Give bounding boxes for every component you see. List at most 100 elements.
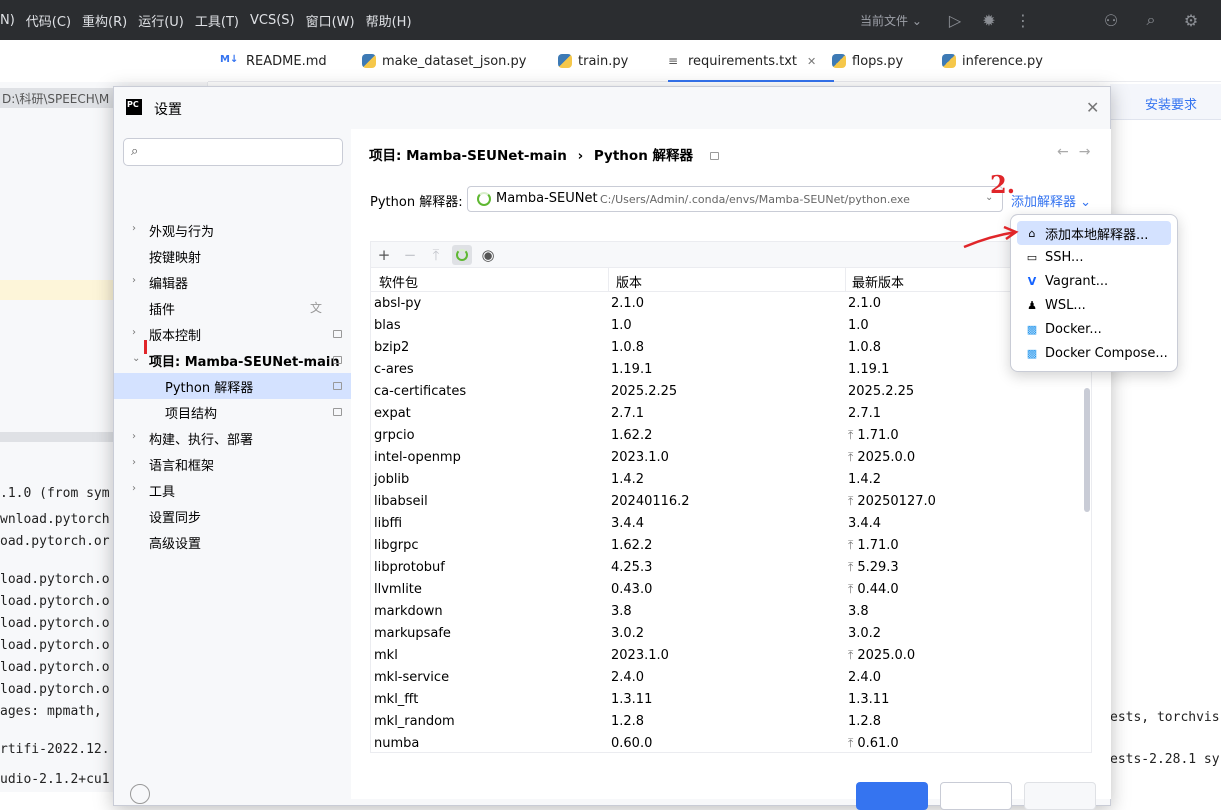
table-row[interactable]: intel-openmp 2023.1.0 ⤒ 2025.0.0 [371,447,1091,469]
chevron-down-icon[interactable]: ⌄ [132,353,140,364]
add-interpreter-option[interactable]: V Vagrant... [1017,269,1171,293]
translate-icon: 文 [310,301,323,315]
upgrade-arrow-icon: ⤒ [848,538,854,552]
table-row[interactable]: markdown 3.8 3.8 [371,601,1091,623]
tab-readme[interactable]: M↓ README.md [220,40,327,82]
table-row[interactable]: c-ares 1.19.1 1.19.1 [371,359,1091,381]
upgrade-package-icon[interactable]: ⤒ [426,245,446,265]
table-row[interactable]: libprotobuf 4.25.3 ⤒ 5.29.3 [371,557,1091,579]
show-early-releases-eye-icon[interactable]: ◉ [478,245,498,265]
add-user-icon[interactable]: ⚇ [1100,9,1122,31]
column-divider [608,268,609,292]
nav-item[interactable]: › 版本控制 [114,321,351,347]
current-file-selector[interactable]: 当前文件 ⌄ [860,12,922,29]
table-row[interactable]: markupsafe 3.0.2 3.0.2 [371,623,1091,645]
package-version: 1.3.11 [611,692,653,707]
add-interpreter-option[interactable]: ▩ Docker... [1017,317,1171,341]
menu-item[interactable]: 重构(R) [82,11,127,30]
table-scrollbar[interactable] [1084,388,1090,512]
remove-package-icon[interactable]: − [400,245,420,265]
menu-item[interactable]: 工具(T) [195,11,239,30]
nav-item[interactable]: 插件 文 [114,295,351,321]
nav-item[interactable]: Python 解释器 [114,373,351,399]
back-forward-arrows[interactable]: ←→ [1057,144,1100,160]
menu-item[interactable]: 代码(C) [26,11,71,30]
add-interpreter-option[interactable]: ▭ SSH... [1017,245,1171,269]
settings-icon[interactable]: ⚙ [1180,9,1202,31]
table-row[interactable]: numba 0.60.0 ⤒ 0.61.0 [371,733,1091,752]
table-row[interactable]: mkl-service 2.4.0 2.4.0 [371,667,1091,689]
menu-item[interactable]: 运行(U) [138,11,184,30]
tab-inference[interactable]: inference.py [942,40,1043,82]
annotation-step-2: 2. [990,170,1016,199]
nav-item[interactable]: › 外观与行为 [114,217,351,243]
nav-item[interactable]: 项目结构 [114,399,351,425]
menu-item[interactable]: 帮助(H) [366,11,412,30]
menu-item[interactable]: 窗口(W) [306,11,355,30]
nav-item[interactable]: 按键映射 [114,243,351,269]
package-latest-version: 1.3.11 [848,692,890,707]
tab-requirements[interactable]: ≡ requirements.txt ✕ [668,40,835,82]
chevron-right-icon[interactable]: › [132,431,136,442]
table-row[interactable]: ca-certificates 2025.2.25 2025.2.25 [371,381,1091,403]
run-icon[interactable]: ▷ [944,9,966,31]
package-name: libgrpc [374,538,419,553]
add-interpreter-option[interactable]: ♟ WSL... [1017,293,1171,317]
nav-item[interactable]: › 语言和框架 [114,451,351,477]
breadcrumb-parent[interactable]: 项目: Mamba-SEUNet-main [369,148,567,164]
menu-item[interactable]: VCS(S) [250,13,295,28]
nav-item[interactable]: › 工具 [114,477,351,503]
table-row[interactable]: bzip2 1.0.8 1.0.8 [371,337,1091,359]
chevron-right-icon[interactable]: › [132,483,136,494]
nav-item[interactable]: 设置同步 [114,503,351,529]
package-latest-cell: 1.0.8 [848,340,881,355]
install-requirements-link[interactable]: 安装要求 [1145,94,1197,113]
panel-divider[interactable] [0,432,120,442]
column-version[interactable]: 版本 [616,272,642,291]
table-row[interactable]: libabseil 20240116.2 ⤒ 20250127.0 [371,491,1091,513]
add-interpreter-option[interactable]: ▩ Docker Compose... [1017,341,1171,365]
help-icon[interactable] [130,784,150,804]
nav-item[interactable]: › 编辑器 [114,269,351,295]
refresh-spinner-icon[interactable] [452,245,472,265]
chevron-right-icon[interactable]: › [132,457,136,468]
table-row[interactable]: mkl 2023.1.0 ⤒ 2025.0.0 [371,645,1091,667]
nav-item[interactable]: ⌄ 项目: Mamba-SEUNet-main [114,347,351,373]
tab-make-dataset-json[interactable]: make_dataset_json.py [362,40,527,82]
tab-train[interactable]: train.py [558,40,628,82]
table-row[interactable]: joblib 1.4.2 1.4.2 [371,469,1091,491]
cancel-button[interactable] [940,782,1012,810]
apply-button[interactable] [1024,782,1096,810]
tab-flops[interactable]: flops.py [832,40,903,82]
settings-search-input[interactable]: ⌕ [123,138,343,166]
table-row[interactable]: mkl_random 1.2.8 1.2.8 [371,711,1091,733]
table-row[interactable]: libffi 3.4.4 3.4.4 [371,513,1091,535]
search-icon[interactable]: ⌕ [1140,9,1162,31]
debug-icon[interactable]: ✹ [978,9,1000,31]
menu-item[interactable]: N) [0,13,15,28]
chevron-right-icon[interactable]: › [132,223,136,234]
chevron-right-icon[interactable]: › [132,275,136,286]
add-interpreter-link[interactable]: 添加解释器 ⌄ [1011,191,1091,210]
ok-button[interactable] [856,782,928,810]
more-icon[interactable]: ⋮ [1012,9,1034,31]
column-latest-version[interactable]: 最新版本 [852,272,904,291]
column-package[interactable]: 软件包 [379,272,418,291]
table-row[interactable]: grpcio 1.62.2 ⤒ 1.71.0 [371,425,1091,447]
table-row[interactable]: mkl_fft 1.3.11 1.3.11 [371,689,1091,711]
interpreter-select[interactable]: Mamba-SEUNet C:/Users/Admin/.conda/envs/… [467,186,1003,212]
table-row[interactable]: llvmlite 0.43.0 ⤒ 0.44.0 [371,579,1091,601]
table-row[interactable]: expat 2.7.1 2.7.1 [371,403,1091,425]
close-icon[interactable]: ✕ [1086,98,1099,117]
table-row[interactable]: libgrpc 1.62.2 ⤒ 1.71.0 [371,535,1091,557]
nav-item-label: 高级设置 [149,537,202,552]
nav-item[interactable]: 高级设置 [114,529,351,555]
add-package-icon[interactable]: + [374,245,394,265]
nav-item[interactable]: › 构建、执行、部署 [114,425,351,451]
chevron-right-icon[interactable]: › [132,327,136,338]
package-name: llvmlite [374,582,422,597]
close-tab-icon[interactable]: ✕ [807,55,816,68]
table-row[interactable]: blas 1.0 1.0 [371,315,1091,337]
table-row[interactable]: absl-py 2.1.0 2.1.0 [371,293,1091,315]
add-interpreter-option[interactable]: ⌂ 添加本地解释器... [1017,221,1171,245]
